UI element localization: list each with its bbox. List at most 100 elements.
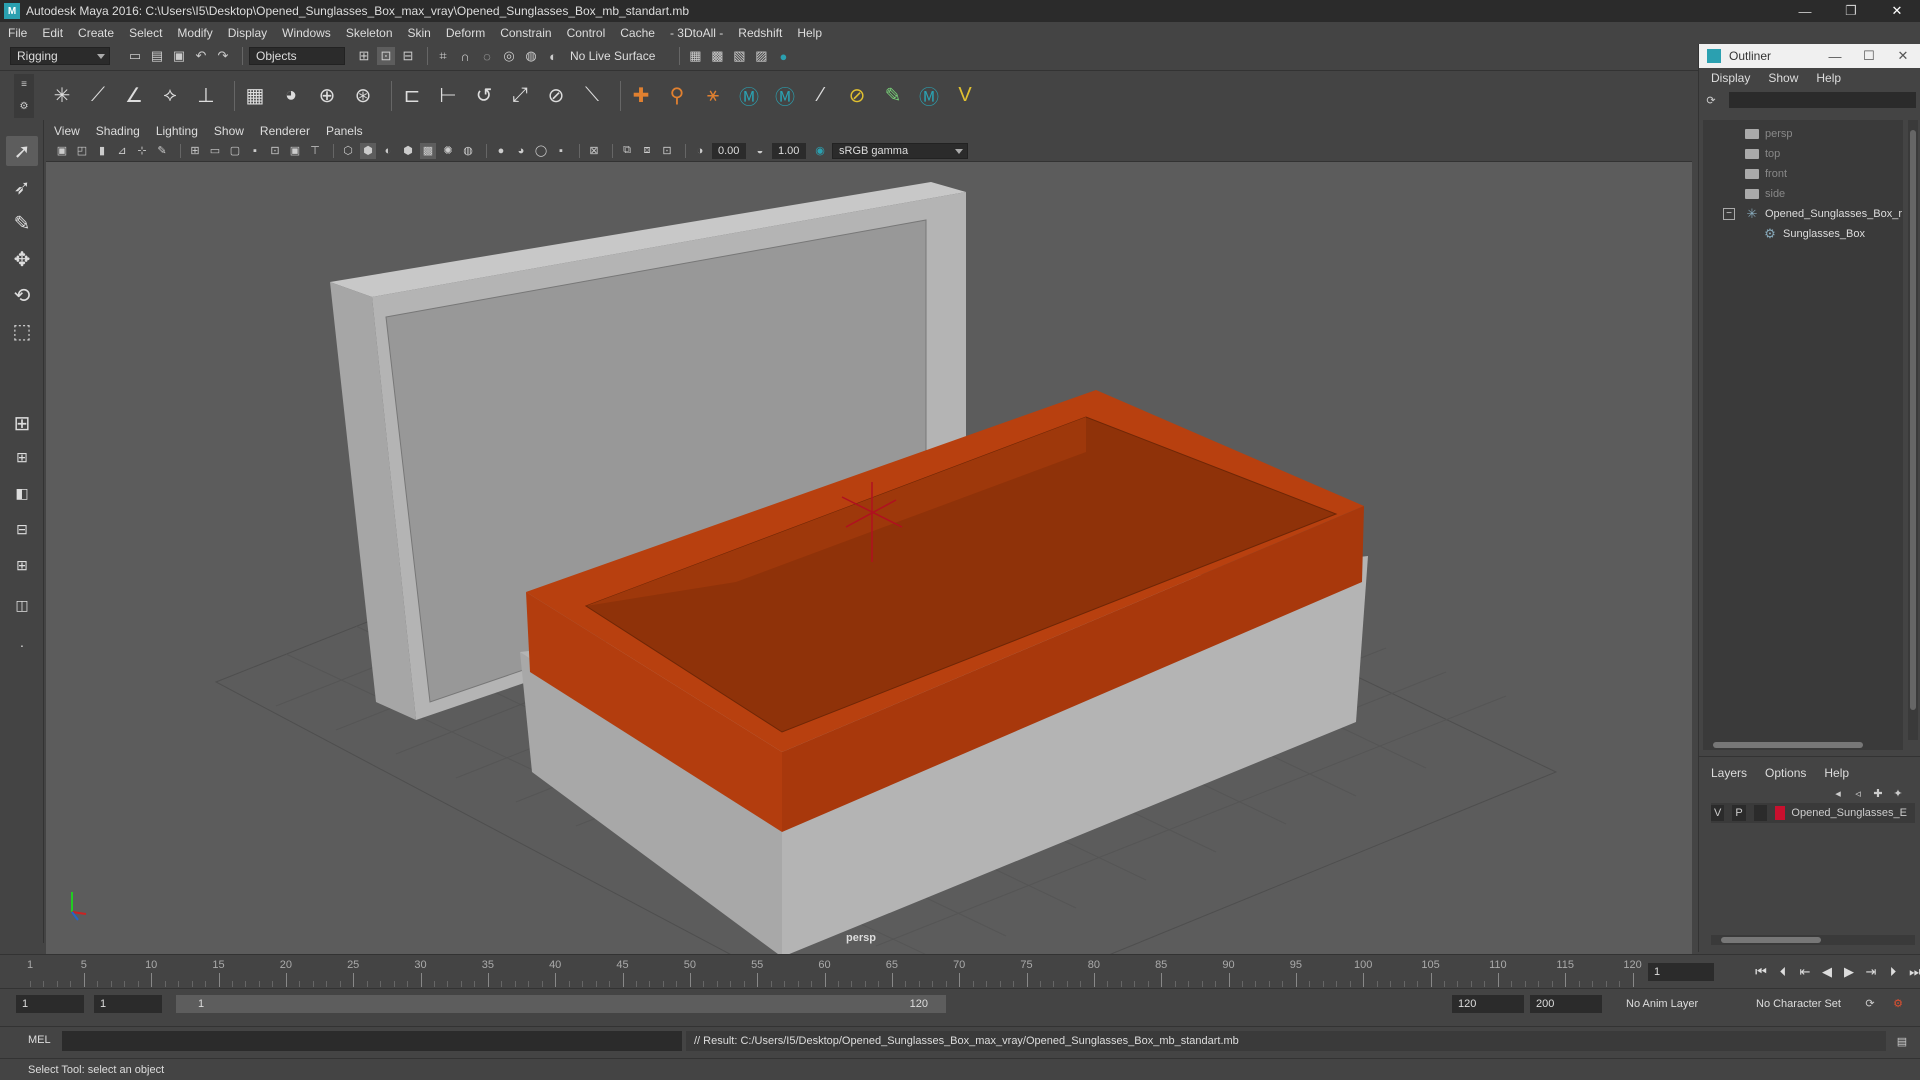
menu-control[interactable]: Control: [567, 26, 606, 40]
snap-view-icon[interactable]: ◎: [500, 47, 518, 65]
xray-joints-icon[interactable]: ⊡: [659, 143, 675, 159]
render-view-icon[interactable]: ▦: [686, 47, 704, 65]
range-bar[interactable]: 1 120: [176, 995, 946, 1013]
layer-display-type[interactable]: [1753, 805, 1768, 821]
more-layouts-icon[interactable]: ·: [6, 630, 38, 660]
outliner-minimize-button[interactable]: —: [1818, 44, 1852, 68]
live-surface-label[interactable]: No Live Surface: [570, 49, 655, 63]
step-forward-key-icon[interactable]: ⇥: [1860, 964, 1882, 980]
outliner-item-persp[interactable]: persp: [1703, 124, 1903, 144]
joint-tool-icon[interactable]: ✳: [48, 82, 76, 110]
color-space-dropdown[interactable]: sRGB gamma: [832, 142, 968, 159]
outliner-close-button[interactable]: ✕: [1886, 44, 1920, 68]
xray-active-icon[interactable]: ⧈: [639, 143, 655, 159]
set-key-icon[interactable]: ⚲: [663, 82, 691, 110]
outliner-item-top[interactable]: top: [1703, 144, 1903, 164]
safe-title-icon[interactable]: ⊤: [307, 143, 323, 159]
animation-end-field[interactable]: 200: [1530, 995, 1602, 1013]
menu-redshift[interactable]: Redshift: [738, 26, 782, 40]
pole-vector-icon[interactable]: ⟍: [578, 82, 606, 110]
collapse-icon[interactable]: −: [1723, 208, 1735, 220]
outliner-filter-icon[interactable]: ⟳: [1703, 92, 1719, 108]
layer-horizontal-scrollbar[interactable]: [1711, 935, 1915, 945]
menuset-dropdown[interactable]: Rigging: [10, 47, 110, 65]
menu-skin[interactable]: Skin: [408, 26, 431, 40]
scale-tool-icon[interactable]: ⬚: [6, 316, 38, 346]
rotate-tool-icon[interactable]: ⟲: [6, 280, 38, 310]
open-scene-icon[interactable]: ▤: [148, 47, 166, 65]
menu-3dtoall[interactable]: - 3DtoAll -: [670, 26, 723, 40]
screen-space-ao-icon[interactable]: ●: [493, 143, 509, 159]
wireframe-icon[interactable]: ⬡: [340, 143, 356, 159]
exposure-field[interactable]: 0.00: [712, 142, 746, 159]
outliner-item-mesh[interactable]: ⚙ Sunglasses_Box: [1703, 224, 1903, 244]
select-tool-icon[interactable]: ➚: [6, 136, 38, 166]
outliner-layout-icon[interactable]: ⊞: [6, 550, 38, 580]
snap-point-icon[interactable]: ◌: [478, 47, 496, 65]
motion-icon[interactable]: Ⓜ: [771, 82, 799, 110]
gamma-field[interactable]: 1.00: [772, 142, 806, 159]
image-plane-icon[interactable]: ▮: [94, 143, 110, 159]
vp-menu-renderer[interactable]: Renderer: [260, 124, 310, 138]
vp-menu-show[interactable]: Show: [214, 124, 244, 138]
hypershade-layout-icon[interactable]: ◫: [6, 590, 38, 620]
film-gate-icon[interactable]: ⊿: [114, 143, 130, 159]
resolution-gate-icon[interactable]: ⊹: [134, 143, 150, 159]
new-layer-selected-icon[interactable]: ✦: [1890, 785, 1906, 801]
menu-deform[interactable]: Deform: [446, 26, 485, 40]
parent-constraint-icon[interactable]: ⊏: [398, 82, 426, 110]
xray-icon[interactable]: ⧉: [619, 143, 635, 159]
depth-of-field-icon[interactable]: ▪: [553, 143, 569, 159]
animation-preferences-icon[interactable]: ⚙: [1890, 995, 1906, 1011]
gate-mask-icon[interactable]: ▪: [247, 143, 263, 159]
vp-menu-view[interactable]: View: [54, 124, 80, 138]
outliner-item-side[interactable]: side: [1703, 184, 1903, 204]
grease-pencil-icon[interactable]: ✎: [154, 143, 170, 159]
ik-spline-icon[interactable]: ∠: [120, 82, 148, 110]
vp-menu-lighting[interactable]: Lighting: [156, 124, 198, 138]
smooth-shade-icon[interactable]: ⬢: [360, 142, 376, 159]
ik-handle-icon[interactable]: ⟋: [84, 82, 112, 110]
menu-constrain[interactable]: Constrain: [500, 26, 551, 40]
render-frame-icon[interactable]: ▩: [708, 47, 726, 65]
vray-icon[interactable]: V: [951, 82, 979, 110]
render-settings-icon[interactable]: ▨: [752, 47, 770, 65]
paint-weights-icon[interactable]: ◕: [277, 82, 305, 110]
outliner-item-group[interactable]: − ✳ Opened_Sunglasses_Box_r: [1703, 204, 1903, 224]
hypershade-icon[interactable]: ●: [774, 47, 792, 65]
grid-icon[interactable]: ⊞: [187, 143, 203, 159]
select-object-icon[interactable]: ⊡: [377, 47, 395, 65]
outliner-menu-show[interactable]: Show: [1768, 71, 1798, 85]
locator-icon[interactable]: ✚: [627, 82, 655, 110]
mirror-joint-icon[interactable]: ⊥: [192, 82, 220, 110]
play-backwards-icon[interactable]: ◀: [1816, 964, 1838, 980]
step-back-frame-icon[interactable]: ⏴: [1772, 964, 1794, 980]
resolution-toggle-icon[interactable]: ▢: [227, 143, 243, 159]
auto-key-icon[interactable]: ⟳: [1862, 995, 1878, 1011]
motion-blur-icon[interactable]: ◕: [513, 143, 529, 159]
new-scene-icon[interactable]: ▭: [126, 47, 144, 65]
menu-file[interactable]: File: [8, 26, 27, 40]
menu-cache[interactable]: Cache: [620, 26, 655, 40]
layer-row[interactable]: V P Opened_Sunglasses_E: [1711, 803, 1915, 823]
outliner-maximize-button[interactable]: ☐: [1852, 44, 1886, 68]
select-component-icon[interactable]: ⊟: [399, 47, 417, 65]
layer-menu-layers[interactable]: Layers: [1711, 766, 1747, 780]
perspective-graph-layout-icon[interactable]: ⊟: [6, 514, 38, 544]
scene-canvas[interactable]: [46, 162, 1692, 954]
menu-modify[interactable]: Modify: [177, 26, 212, 40]
layer-menu-help[interactable]: Help: [1824, 766, 1849, 780]
snap-surface-icon[interactable]: ◍: [522, 47, 540, 65]
layer-menu-options[interactable]: Options: [1765, 766, 1806, 780]
safe-action-icon[interactable]: ▣: [287, 143, 303, 159]
character-set-dropdown[interactable]: No Character Set: [1756, 995, 1841, 1013]
redo-icon[interactable]: ↷: [214, 47, 232, 65]
orient-constraint-icon[interactable]: ↺: [470, 82, 498, 110]
menu-create[interactable]: Create: [78, 26, 114, 40]
script-editor-icon[interactable]: ▤: [1894, 1033, 1910, 1049]
select-hierarchy-icon[interactable]: ⊞: [355, 47, 373, 65]
layer-color-swatch[interactable]: [1775, 806, 1786, 820]
script-language-toggle[interactable]: MEL: [28, 1034, 51, 1046]
outliner-vertical-scrollbar[interactable]: [1908, 120, 1918, 740]
outliner-horizontal-scrollbar[interactable]: [1703, 740, 1903, 750]
